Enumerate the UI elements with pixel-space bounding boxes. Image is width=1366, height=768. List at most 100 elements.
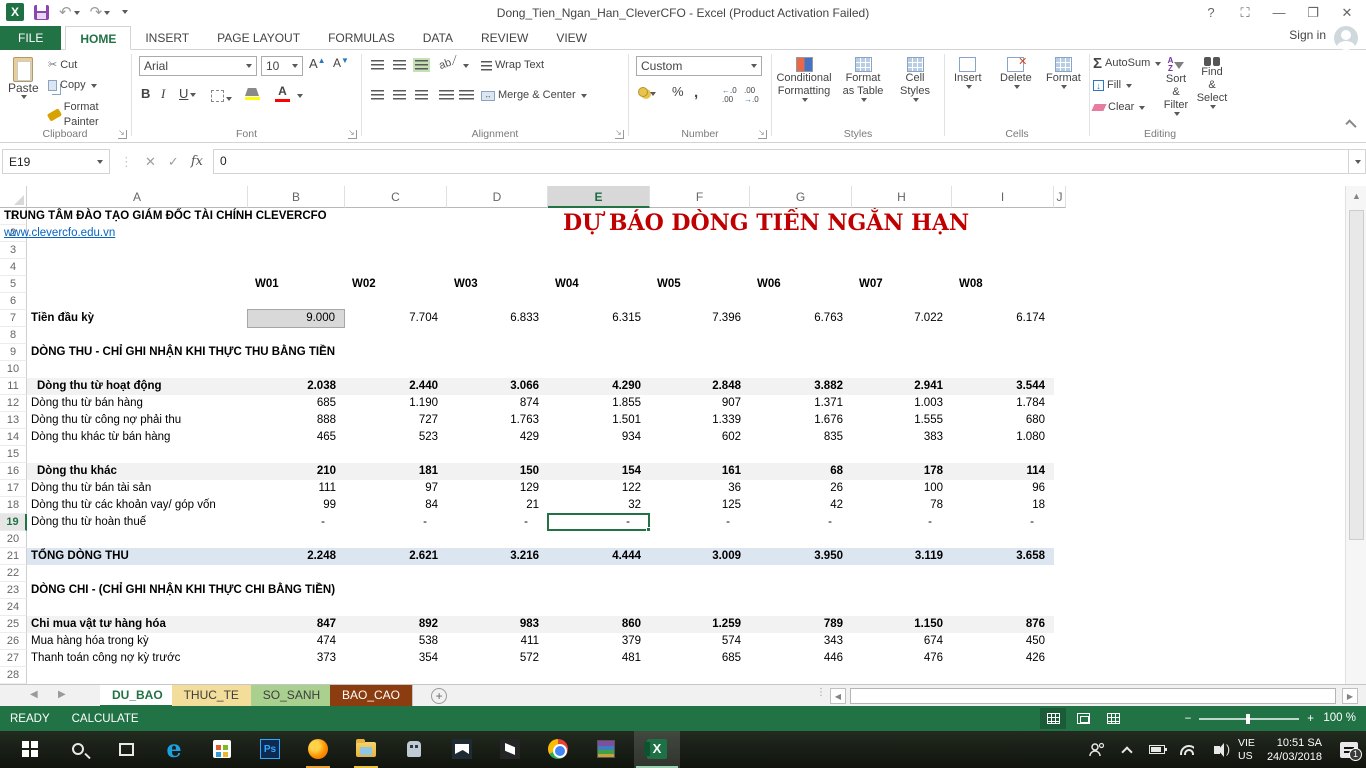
value-cell[interactable]: 125 (650, 497, 741, 514)
borders-button[interactable] (211, 90, 232, 105)
value-cell[interactable]: 379 (548, 633, 641, 650)
value-cell[interactable]: 7.396 (650, 310, 741, 327)
value-cell[interactable]: 97 (345, 480, 438, 497)
value-cell[interactable]: 874 (447, 395, 539, 412)
value-cell[interactable]: 1.339 (650, 412, 741, 429)
edge-icon[interactable]: e (160, 736, 188, 762)
firefox-icon[interactable] (304, 736, 332, 762)
week-header-W03[interactable]: W03 (454, 276, 478, 293)
fill-button[interactable]: ↓ Fill (1093, 78, 1132, 93)
value-cell[interactable]: 2.248 (248, 548, 336, 565)
row-label-cell[interactable]: Dòng thu từ hoàn thuế (31, 514, 146, 531)
value-cell[interactable]: 446 (750, 650, 843, 667)
find-select-button[interactable]: Find & Select (1195, 54, 1229, 112)
format-as-table-button[interactable]: Format as Table (835, 54, 891, 105)
vertical-scrollbar[interactable]: ▲ (1345, 186, 1366, 684)
horizontal-scroll-thumb[interactable] (850, 688, 1336, 704)
row-label-cell[interactable]: Dòng thu từ bán hàng (31, 395, 143, 412)
column-header-J[interactable]: J (1054, 186, 1066, 208)
wifi-icon[interactable] (1178, 741, 1196, 759)
insert-function-icon[interactable]: fx (191, 154, 203, 169)
prev-sheet-icon[interactable]: ◀ (30, 689, 38, 700)
ribbon-tab-file[interactable]: FILE (0, 26, 61, 50)
value-cell[interactable]: 114 (952, 463, 1045, 480)
column-header-I[interactable]: I (952, 186, 1054, 208)
excel-taskbar-icon[interactable]: X (643, 736, 671, 762)
zoom-slider[interactable]: − + (1185, 706, 1314, 731)
formula-input[interactable]: 0 (213, 149, 1348, 174)
week-header-W02[interactable]: W02 (352, 276, 376, 293)
value-cell[interactable]: - (248, 514, 325, 531)
row-label-cell[interactable]: Dòng thu từ bán tài sản (31, 480, 151, 497)
value-cell[interactable]: 674 (852, 633, 943, 650)
company-name-cell[interactable]: TRUNG TÂM ĐÀO TẠO GIÁM ĐỐC TÀI CHÍNH CLE… (4, 208, 327, 225)
value-cell[interactable]: 685 (650, 650, 741, 667)
value-cell[interactable]: 4.290 (548, 378, 641, 395)
value-cell[interactable]: 1.259 (650, 616, 741, 633)
tab-splitter[interactable]: ⋮ (816, 687, 827, 698)
value-cell[interactable]: 111 (248, 480, 336, 497)
decrease-decimal-button[interactable]: .00→.0 (744, 86, 759, 104)
column-header-B[interactable]: B (248, 186, 345, 208)
value-cell[interactable]: - (650, 514, 730, 531)
value-cell[interactable]: 6.174 (952, 310, 1045, 327)
value-cell[interactable]: - (852, 514, 932, 531)
value-cell[interactable]: 99 (248, 497, 336, 514)
select-all-corner[interactable] (0, 186, 27, 208)
value-cell[interactable]: 7.704 (345, 310, 438, 327)
top-align-icon[interactable] (371, 60, 384, 70)
sign-in-link[interactable]: Sign in (1289, 28, 1326, 42)
file-explorer-icon[interactable] (352, 736, 380, 762)
bold-button[interactable]: B (141, 86, 150, 101)
value-cell[interactable]: 84 (345, 497, 438, 514)
value-cell[interactable]: - (750, 514, 832, 531)
value-cell[interactable]: 6.833 (447, 310, 539, 327)
value-cell[interactable]: - (447, 514, 528, 531)
percent-style-button[interactable]: % (672, 84, 684, 99)
chrome-icon[interactable] (544, 736, 572, 762)
value-cell[interactable]: 429 (447, 429, 539, 446)
value-cell[interactable]: 154 (548, 463, 641, 480)
shrink-font-button[interactable]: A▼ (333, 56, 349, 70)
value-cell[interactable]: 2.440 (345, 378, 438, 395)
save-icon[interactable] (34, 5, 49, 20)
row-label-cell[interactable]: DÒNG CHI - (CHỈ GHI NHẬN KHI THỰC CHI BẰ… (31, 582, 335, 599)
column-header-D[interactable]: D (447, 186, 548, 208)
value-cell[interactable]: 3.950 (750, 548, 843, 565)
value-cell[interactable]: 161 (650, 463, 741, 480)
value-cell[interactable]: 1.855 (548, 395, 641, 412)
number-dialog-launcher[interactable]: ↘ (758, 130, 767, 139)
middle-align-icon[interactable] (393, 60, 406, 70)
format-cells-button[interactable]: Format (1040, 54, 1087, 92)
row-label-cell[interactable]: Tiền đầu kỳ (31, 310, 94, 327)
value-cell[interactable]: 727 (345, 412, 438, 429)
value-cell[interactable]: 178 (852, 463, 943, 480)
value-cell[interactable]: 96 (952, 480, 1045, 497)
value-cell[interactable]: 572 (447, 650, 539, 667)
value-cell[interactable]: 892 (345, 616, 438, 633)
sheet-tab-bao_cao[interactable]: BAO_CAO (330, 685, 413, 707)
value-cell[interactable]: - (345, 514, 427, 531)
value-cell[interactable]: 210 (248, 463, 336, 480)
clock[interactable]: 10:51 SA24/03/2018 (1267, 736, 1322, 764)
user-avatar[interactable] (1334, 26, 1358, 50)
action-center-icon[interactable]: 1 (1340, 741, 1358, 759)
fill-handle[interactable] (646, 527, 651, 532)
alignment-dialog-launcher[interactable]: ↘ (615, 130, 624, 139)
ribbon-tab-view[interactable]: VIEW (542, 26, 601, 50)
value-cell[interactable]: 847 (248, 616, 336, 633)
value-cell[interactable]: 383 (852, 429, 943, 446)
value-cell[interactable]: 3.658 (952, 548, 1045, 565)
underline-button[interactable]: U (179, 86, 196, 101)
photoshop-icon[interactable]: Ps (256, 736, 284, 762)
name-box[interactable]: E19 (2, 149, 110, 174)
winrar-icon[interactable] (592, 736, 620, 762)
value-cell[interactable]: 150 (447, 463, 539, 480)
italic-button[interactable]: I (161, 86, 165, 102)
vertical-scroll-thumb[interactable] (1349, 210, 1364, 540)
ribbon-tab-review[interactable]: REVIEW (467, 26, 542, 50)
value-cell[interactable]: 474 (248, 633, 336, 650)
week-header-W05[interactable]: W05 (657, 276, 681, 293)
mail-icon[interactable] (448, 736, 476, 762)
row-label-cell[interactable]: Dòng thu khác từ bán hàng (31, 429, 170, 446)
